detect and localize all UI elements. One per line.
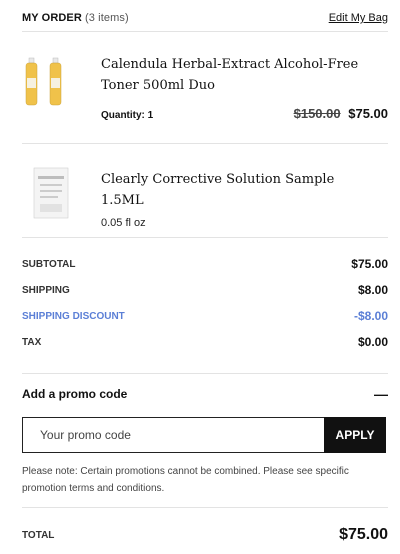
promo-title: Add a promo code [22,387,128,401]
edit-bag-link[interactable]: Edit My Bag [329,12,388,24]
product-name[interactable]: Clearly Corrective Solution Sample 1.5ML [101,169,378,211]
product-thumbnail [25,57,62,106]
subtotal-label: SUBTOTAL [22,258,76,270]
shipping-label: SHIPPING [22,284,70,296]
order-summary-panel: MY ORDER (3 items) Edit My Bag Calendula… [0,0,400,554]
cart-item: Clearly Corrective Solution Sample 1.5ML… [22,152,388,232]
apply-button[interactable]: APPLY [324,417,386,453]
cart-item: Calendula Herbal-Extract Alcohol-Free To… [22,40,388,130]
total-row: TOTAL $75.00 [22,524,388,546]
tax-label: TAX [22,336,42,348]
promo-note: Please note: Certain promotions cannot b… [22,466,349,494]
item-count: (3 items) [85,12,129,24]
tax-value: $0.00 [357,335,388,349]
sale-price: $75.00 [348,106,388,121]
price-group: $150.00 $75.00 [294,106,388,121]
shipping-discount-label: SHIPPING DISCOUNT [22,310,125,322]
divider [22,373,388,374]
quantity-label: Quantity: 1 [101,110,154,121]
shipping-value: $8.00 [357,283,388,297]
promo-form: APPLY [22,417,386,453]
promo-code-input[interactable] [22,417,324,453]
original-price: $150.00 [293,106,341,121]
shipping-discount-value: -$8.00 [353,309,388,323]
product-thumbnail [33,167,69,219]
divider [22,31,388,32]
order-title-label: MY ORDER [22,12,82,24]
product-size: 0.05 fl oz [101,217,146,229]
total-label: TOTAL [22,529,55,541]
collapse-icon[interactable]: — [374,386,388,402]
promo-header[interactable]: Add a promo code — [22,385,388,403]
order-header: MY ORDER (3 items) Edit My Bag [22,8,388,28]
subtotal-value: $75.00 [351,257,388,271]
divider [22,143,388,144]
shipping-row: SHIPPING $8.00 [22,282,388,298]
order-title: MY ORDER (3 items) [22,12,129,24]
subtotal-row: SUBTOTAL $75.00 [22,256,388,272]
total-value: $75.00 [339,526,388,543]
divider [22,507,388,508]
tax-row: TAX $0.00 [22,334,388,350]
product-name[interactable]: Calendula Herbal-Extract Alcohol-Free To… [101,54,378,96]
shipping-discount-row: SHIPPING DISCOUNT -$8.00 [22,308,388,324]
divider [22,237,388,238]
